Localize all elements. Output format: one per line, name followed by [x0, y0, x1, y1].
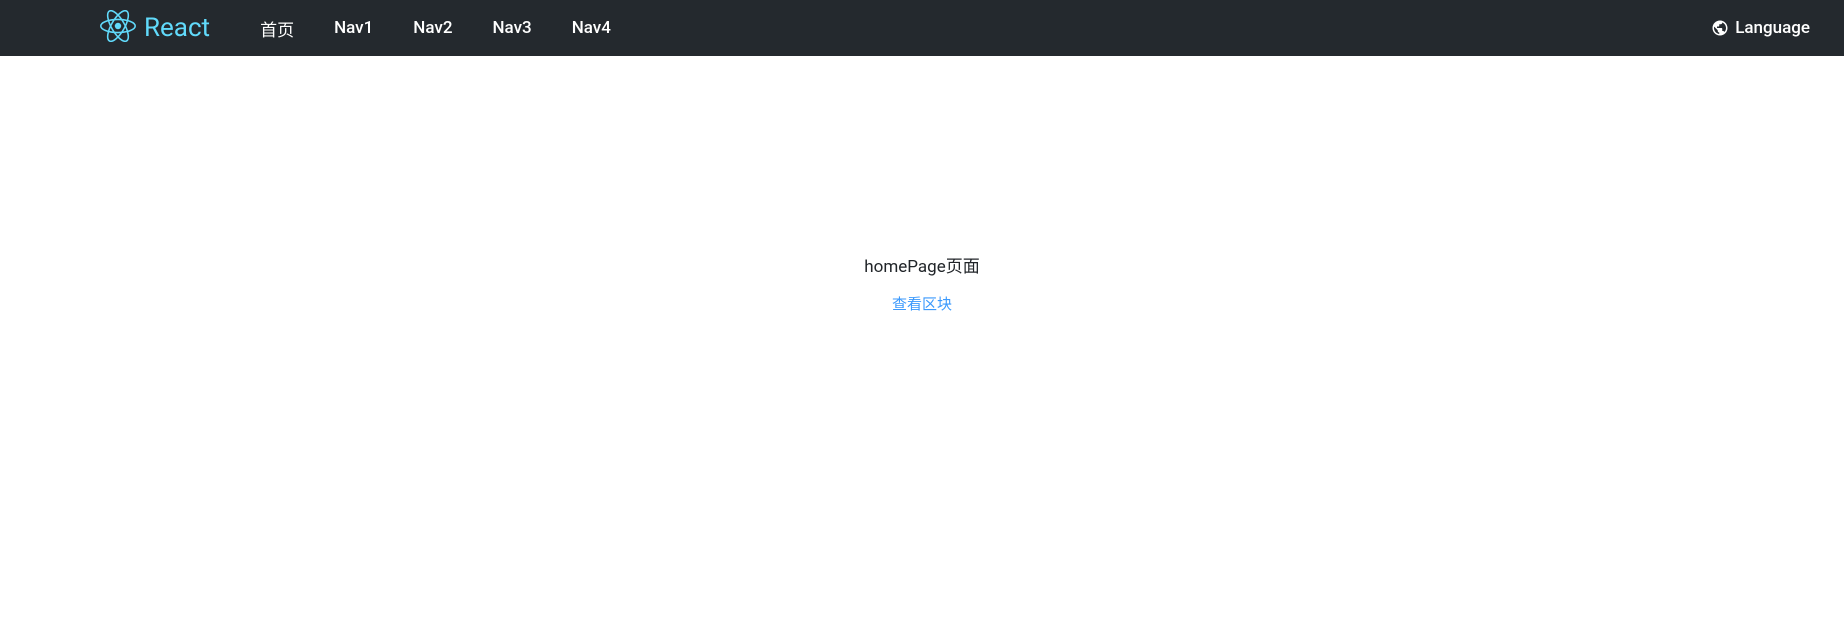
page-title: homePage页面: [864, 252, 979, 277]
language-selector[interactable]: Language: [1711, 18, 1828, 38]
react-logo-icon: [100, 10, 136, 46]
nav-items: 首页 Nav1 Nav2 Nav3 Nav4: [240, 0, 631, 56]
view-block-link[interactable]: 查看区块: [892, 293, 952, 314]
brand[interactable]: React: [100, 10, 210, 46]
globe-icon: [1711, 19, 1729, 37]
nav-item-nav3[interactable]: Nav3: [472, 0, 551, 56]
nav-item-nav4[interactable]: Nav4: [552, 0, 631, 56]
nav-item-nav1[interactable]: Nav1: [314, 0, 393, 56]
nav-item-home[interactable]: 首页: [240, 0, 314, 56]
language-label: Language: [1735, 18, 1810, 38]
navbar: React 首页 Nav1 Nav2 Nav3 Nav4 Language: [0, 0, 1844, 56]
nav-item-nav2[interactable]: Nav2: [393, 0, 472, 56]
main-content: homePage页面 查看区块: [0, 56, 1844, 314]
brand-text: React: [144, 13, 210, 43]
